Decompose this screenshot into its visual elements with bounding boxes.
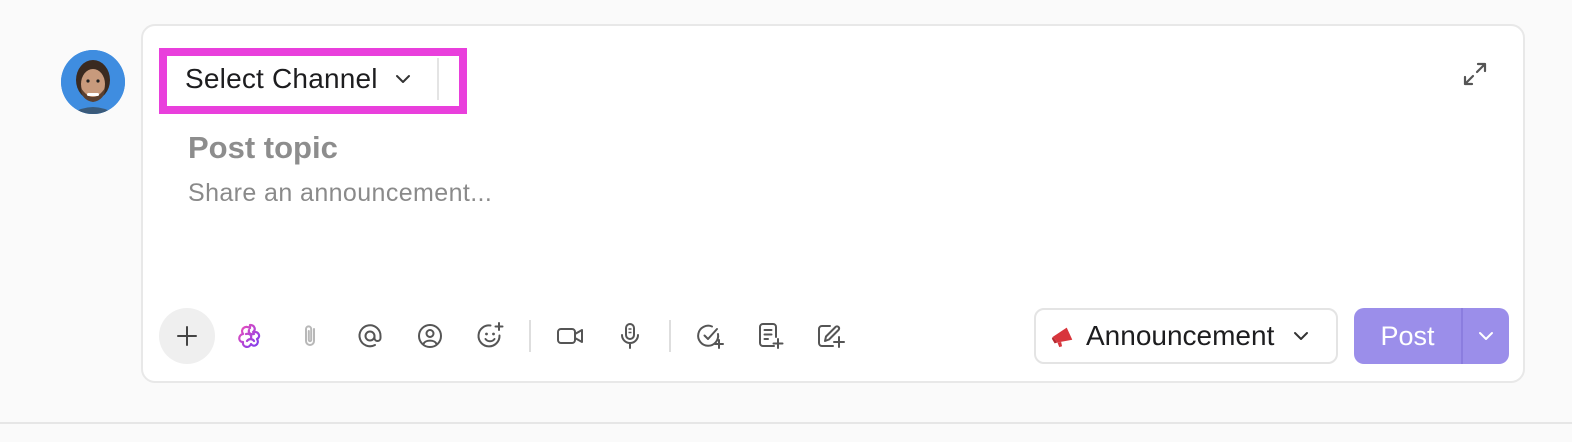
page-divider [0, 422, 1572, 424]
task-add-icon[interactable] [685, 311, 735, 361]
user-avatar-image [61, 50, 125, 114]
plus-icon[interactable] [159, 308, 215, 364]
ai-brain-icon[interactable] [225, 311, 275, 361]
chevron-down-icon [394, 70, 412, 88]
avatar[interactable] [61, 50, 125, 114]
post-body-input[interactable] [188, 176, 1288, 210]
doc-add-icon[interactable] [745, 311, 795, 361]
post-button[interactable]: Post [1354, 308, 1461, 364]
toolbar-divider [529, 320, 531, 352]
paperclip-icon[interactable] [285, 311, 335, 361]
chevron-down-icon [1479, 332, 1493, 340]
video-icon[interactable] [545, 311, 595, 361]
post-composer: Select Channel Post topic Share an annou… [141, 24, 1525, 383]
microphone-icon[interactable] [605, 311, 655, 361]
chevron-down-icon [1292, 327, 1310, 345]
megaphone-icon [1050, 323, 1076, 349]
post-button-group: Post [1354, 308, 1509, 364]
composer-toolbar [159, 308, 865, 364]
post-topic-input[interactable] [188, 129, 1088, 167]
post-options-button[interactable] [1463, 308, 1509, 364]
emoji-add-icon[interactable] [465, 311, 515, 361]
contact-icon[interactable] [405, 311, 455, 361]
toolbar-divider [669, 320, 671, 352]
channel-select-dropdown[interactable]: Select Channel [169, 58, 439, 100]
expand-icon[interactable] [1461, 60, 1489, 88]
post-type-label: Announcement [1086, 320, 1275, 351]
mention-icon[interactable] [345, 311, 395, 361]
channel-select-label: Select Channel [185, 63, 378, 94]
whiteboard-add-icon[interactable] [805, 311, 855, 361]
post-type-dropdown[interactable]: Announcement [1034, 308, 1338, 364]
